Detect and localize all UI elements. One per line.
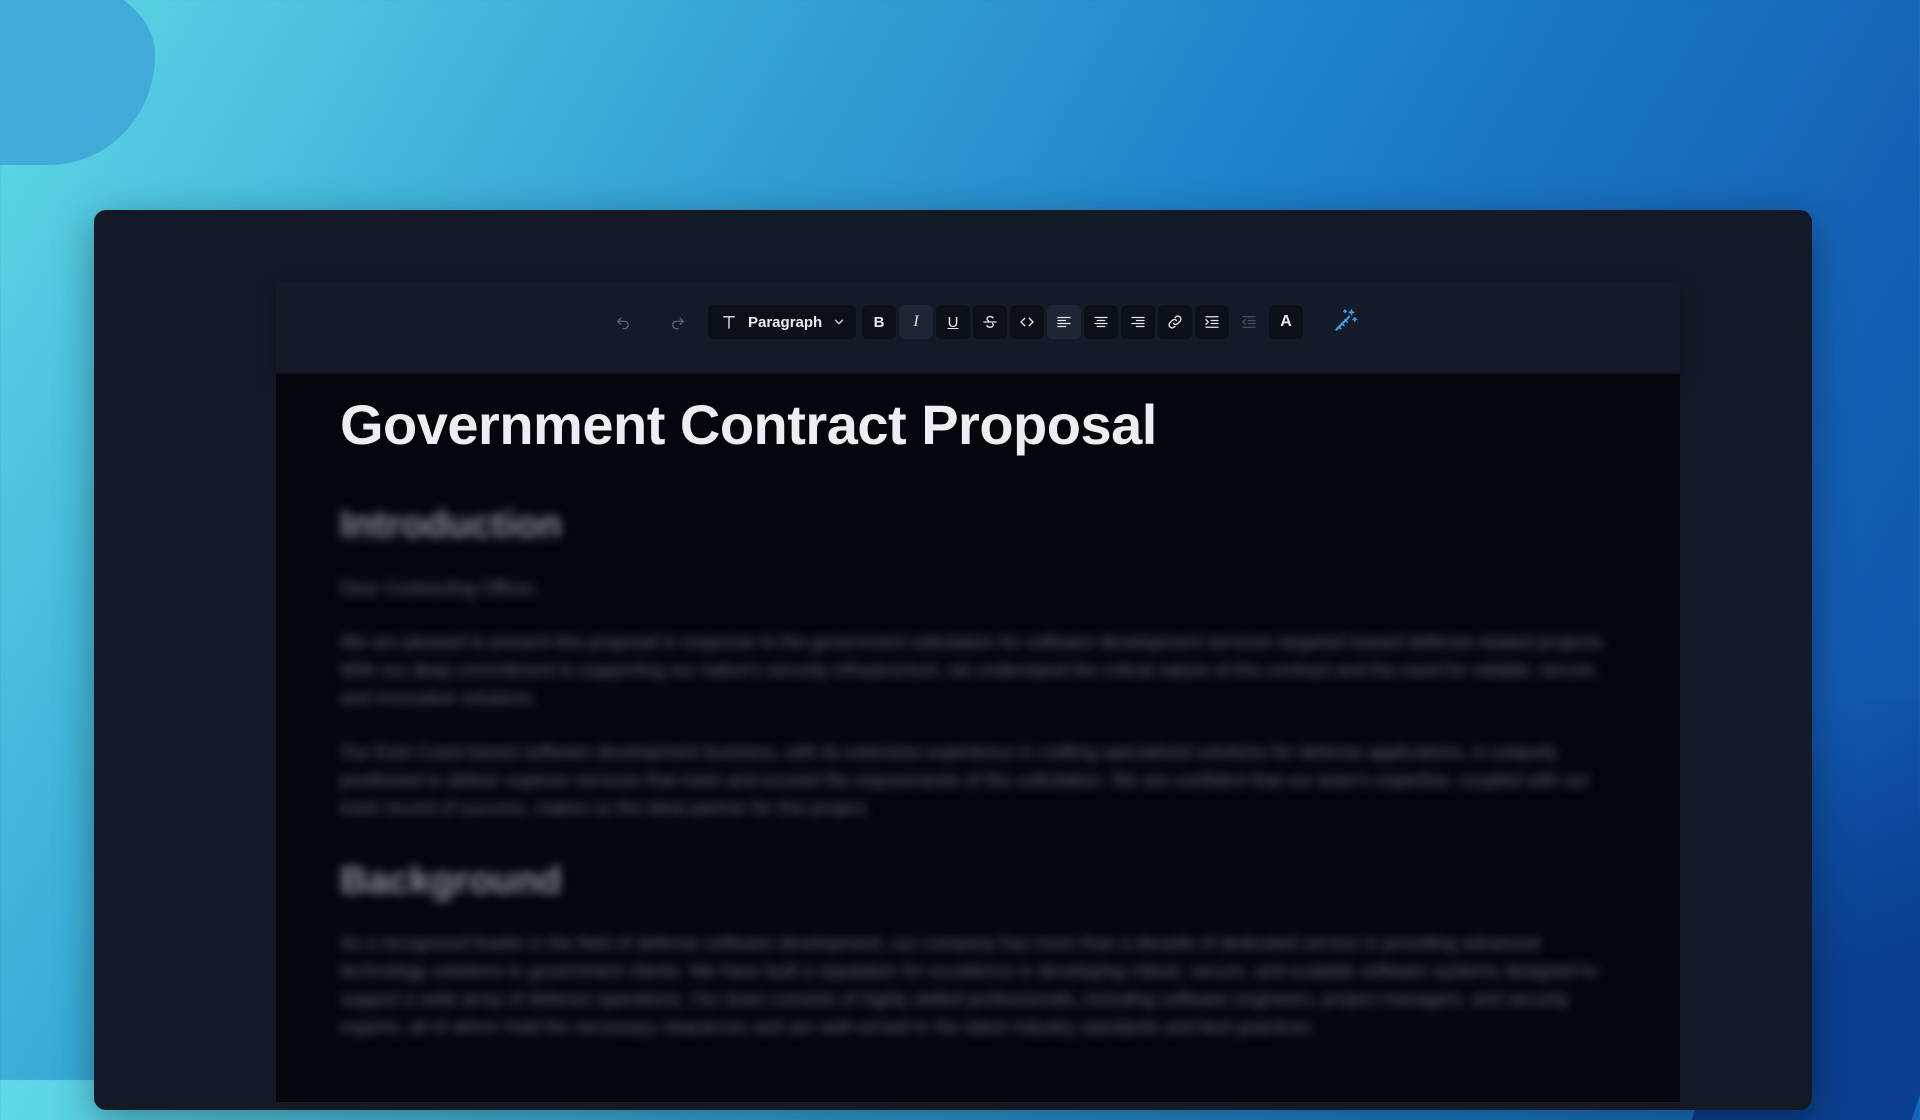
text-type-icon [723, 316, 735, 329]
align-right-icon [1131, 316, 1145, 328]
salutation-text: Dear Contracting Officer, [340, 578, 538, 598]
outdent-button[interactable] [1232, 305, 1266, 339]
paragraph-1: We are pleased to present this proposal … [340, 632, 1607, 708]
document-title: Government Contract Proposal [340, 393, 1157, 456]
align-center-button[interactable] [1084, 305, 1118, 339]
paragraph-2: Our East Coast-based software developmen… [340, 742, 1590, 818]
ai-assist-button[interactable] [1330, 306, 1360, 336]
text-color-button[interactable]: A [1269, 305, 1303, 339]
block-type-label: Paragraph [748, 313, 823, 331]
align-right-button[interactable] [1121, 305, 1155, 339]
strikethrough-icon [983, 315, 997, 328]
undo-icon [617, 317, 629, 330]
bold-button[interactable]: B [862, 305, 896, 339]
section-heading-background: Background [340, 860, 562, 902]
chevron-down-icon [834, 319, 844, 325]
undo-button[interactable] [606, 305, 640, 339]
magic-wand-icon [1335, 309, 1358, 331]
editor-toolbar: Paragraph B I U A [276, 282, 1680, 373]
link-button[interactable] [1158, 305, 1192, 339]
italic-button[interactable]: I [899, 305, 933, 339]
align-left-button[interactable] [1047, 305, 1081, 339]
paragraph-3: As a recognized leader in the field of d… [340, 933, 1598, 1037]
background-blob [0, 0, 155, 165]
indent-icon [1205, 316, 1219, 328]
redo-button[interactable] [661, 305, 695, 339]
italic-icon: I [913, 313, 919, 330]
align-center-icon [1094, 316, 1108, 328]
bold-icon: B [873, 313, 885, 331]
document-body[interactable]: Government Contract Proposal Introductio… [276, 374, 1680, 1102]
indent-button[interactable] [1195, 305, 1229, 339]
code-icon [1020, 317, 1034, 327]
link-icon [1168, 315, 1182, 329]
section-heading-introduction: Introduction [340, 504, 562, 546]
underline-button[interactable]: U [936, 305, 970, 339]
redo-icon [672, 317, 684, 330]
code-button[interactable] [1010, 305, 1044, 339]
outdent-icon [1242, 316, 1256, 328]
block-type-select[interactable]: Paragraph [708, 305, 856, 339]
strikethrough-button[interactable] [973, 305, 1007, 339]
underline-icon: U [947, 313, 959, 331]
editor: Paragraph B I U A Government Contract Pr… [276, 282, 1680, 1102]
text-color-icon: A [1280, 313, 1292, 330]
align-left-icon [1057, 316, 1071, 328]
